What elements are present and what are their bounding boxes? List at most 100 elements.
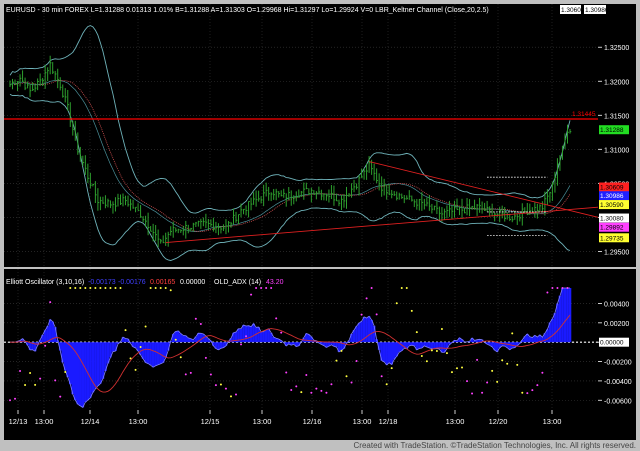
price-tick-label: 1.31500 [604, 113, 629, 120]
adx-dot [355, 360, 358, 363]
time-tick-label: 12/16 [303, 417, 322, 426]
adx-dot [541, 371, 544, 374]
adx-dot [229, 395, 232, 398]
adx-dot [471, 392, 474, 395]
adx-dot [521, 391, 524, 394]
adx-dot [340, 349, 343, 352]
time-tick-label: 12/13 [9, 417, 28, 426]
adx-dot [390, 367, 393, 370]
adx-dot [496, 380, 499, 383]
adx-dot [199, 323, 202, 326]
adx-dot [435, 350, 438, 353]
adx-dot [189, 371, 192, 374]
adx-dot [54, 379, 57, 382]
osc-tick-label: -0.00200 [604, 360, 632, 367]
adx-dot [410, 309, 413, 312]
adx-dot [79, 287, 82, 289]
adx-dot [466, 380, 469, 383]
adx-dot [104, 287, 107, 289]
adx-dot [445, 352, 448, 355]
time-tick-label: 13:00 [446, 417, 465, 426]
adx-dot [370, 287, 373, 289]
adx-dot [440, 328, 443, 331]
adx-dot [350, 381, 353, 384]
header-value-1: 1.30609 [561, 7, 585, 14]
adx-dot [476, 358, 479, 361]
adx-dot [365, 297, 368, 300]
adx-dot [69, 287, 72, 289]
adx-dot [405, 287, 408, 289]
adx-dot [285, 371, 288, 374]
time-tick-label: 13:00 [543, 417, 562, 426]
adx-dot [34, 383, 37, 386]
adx-dot [566, 287, 569, 289]
adx-dot [184, 373, 187, 376]
adx-dot [320, 389, 323, 392]
adx-dot [24, 383, 27, 386]
adx-dot [29, 371, 32, 374]
price-bubble-label: 1.30080 [600, 216, 624, 223]
adx-dot [310, 391, 313, 394]
price-tick-label: 1.32000 [604, 79, 629, 86]
adx-dot [491, 369, 494, 372]
adx-dot [49, 301, 52, 304]
adx-dot [240, 343, 243, 346]
adx-dot [415, 331, 418, 334]
adx-dot [335, 359, 338, 362]
adx-dot [425, 360, 428, 363]
adx-dot [295, 385, 298, 388]
adx-dot [275, 317, 278, 320]
time-tick-label: 13:00 [353, 417, 372, 426]
adx-dot [270, 287, 273, 289]
adx-dot [134, 368, 137, 371]
price-bubble-label: 1.30590 [600, 202, 624, 209]
chart-canvas: 1.325001.320001.315001.310001.305001.300… [0, 0, 640, 451]
adx-dot [89, 287, 92, 289]
price-bubble-label: 1.29735 [600, 235, 624, 242]
adx-dot [345, 375, 348, 378]
adx-dot [561, 287, 564, 289]
adx-dot [536, 384, 539, 387]
price-bubble-label: 1.30609 [600, 185, 624, 192]
adx-dot [255, 287, 258, 289]
adx-dot [114, 287, 117, 289]
adx-dot [179, 356, 182, 359]
time-tick-label: 12/20 [489, 417, 508, 426]
chart-header: EURUSD - 30 min FOREX L=1.31288 0.01313 … [6, 7, 489, 14]
adx-dot [204, 356, 207, 359]
adx-dot [84, 287, 87, 289]
adx-dot [39, 377, 42, 380]
adx-dot [430, 349, 433, 352]
price-bubble-label: 1.29892 [600, 225, 624, 232]
adx-dot [556, 287, 559, 289]
adx-dot [224, 387, 227, 390]
adx-dot [506, 362, 509, 365]
adx-name: OLD_ADX (14) [214, 279, 261, 286]
adx-dot [250, 293, 253, 296]
adx-dot [44, 344, 47, 347]
adx-dot [260, 287, 263, 289]
osc-last-label: 0.00000 [600, 340, 624, 347]
adx-dot [99, 287, 102, 289]
adx-dot [455, 367, 458, 370]
adx-dot [325, 391, 328, 394]
adx-dot [129, 357, 132, 360]
osc-tick-label: 0.00200 [604, 321, 629, 328]
adx-value: 43.20 [266, 279, 284, 286]
price-bubble-label: 1.31288 [600, 127, 624, 134]
adx-dot [315, 387, 318, 390]
osc-tick-label: 0.00400 [604, 301, 629, 308]
adx-dot [164, 287, 167, 289]
adx-dot [516, 363, 519, 366]
adx-dot [380, 375, 383, 378]
adx-dot [159, 287, 162, 289]
time-tick-label: 12/14 [81, 417, 100, 426]
adx-dot [511, 332, 514, 335]
osc-value-3: 0.00165 [150, 279, 175, 286]
footer: Created with TradeStation. ©TradeStation… [354, 441, 637, 450]
adx-dot [486, 381, 489, 384]
price-bubble-label: 1.30986 [600, 193, 624, 200]
osc-name: Elliott Oscillator (3,10,16) [6, 279, 84, 286]
adx-dot [174, 338, 177, 341]
time-tick-label: 13:00 [129, 417, 148, 426]
